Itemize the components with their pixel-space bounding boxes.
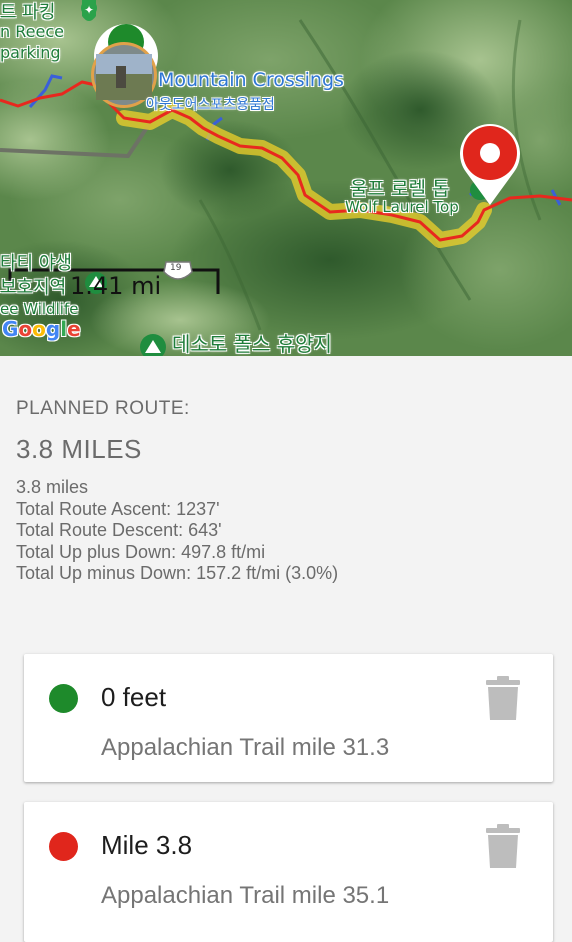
map-label-wolf-laurel-kr: 울프 로렐 톱 xyxy=(350,178,450,200)
stat-miles: 3.8 miles xyxy=(16,477,89,497)
end-dot-icon xyxy=(49,832,78,861)
trash-icon[interactable] xyxy=(486,824,520,870)
trash-icon[interactable] xyxy=(486,676,520,722)
map-label-reece: n Reece xyxy=(0,22,64,41)
map-terrain: ✦ xyxy=(0,0,572,356)
map-label-parking: parking xyxy=(0,43,61,62)
waypoint-subtitle: Appalachian Trail mile 31.3 xyxy=(101,734,390,761)
map-label-hiking-kr: 트 파킹 xyxy=(0,2,56,23)
route-19-number: 19 xyxy=(170,263,182,273)
stat-up-minus-down: Total Up minus Down: 157.2 ft/mi (3.0%) xyxy=(16,563,339,583)
map-label-wolf-laurel[interactable]: Wolf Laurel Top xyxy=(345,198,459,216)
stat-descent: Total Route Descent: 643' xyxy=(16,520,222,540)
map-label-wildlife: ee Wildlife xyxy=(0,300,79,318)
map-label-desoto-kr: 데소토 폴스 휴양지 xyxy=(172,332,332,356)
scale-label: 1.41 mi xyxy=(70,272,162,300)
map-label-mountain-crossings-kr: 아웃도어스포츠용품점 xyxy=(146,97,275,113)
route-stats: 3.8 miles Total Route Ascent: 1237' Tota… xyxy=(16,477,338,585)
map-label-wildlife-kr1: 타티 야생 xyxy=(0,253,72,274)
waypoint-title: Mile 3.8 xyxy=(101,830,193,860)
svg-text:✦: ✦ xyxy=(84,3,94,17)
route-summary: PLANNED ROUTE: 3.8 MILES 3.8 miles Total… xyxy=(16,398,338,585)
google-logo: Google xyxy=(2,317,81,341)
waypoint-card-start[interactable]: 0 feet Appalachian Trail mile 31.3 xyxy=(24,654,553,782)
stat-ascent: Total Route Ascent: 1237' xyxy=(16,498,220,519)
route-distance: 3.8 MILES xyxy=(16,434,142,464)
map-view[interactable]: ✦ 트 파킹 n Reece parking Mountain Crossing… xyxy=(0,0,572,356)
start-dot-icon xyxy=(49,684,78,713)
map-label-wildlife-kr2: 보호지역 xyxy=(0,277,67,298)
stat-up-plus-down: Total Up plus Down: 497.8 ft/mi xyxy=(16,541,266,562)
waypoint-title: 0 feet xyxy=(101,682,167,712)
waypoint-subtitle: Appalachian Trail mile 35.1 xyxy=(101,882,390,909)
map-label-mountain-crossings[interactable]: Mountain Crossings xyxy=(158,69,344,91)
route-heading: PLANNED ROUTE: xyxy=(16,398,190,419)
waypoint-card-end[interactable]: Mile 3.8 Appalachian Trail mile 35.1 xyxy=(24,802,553,942)
